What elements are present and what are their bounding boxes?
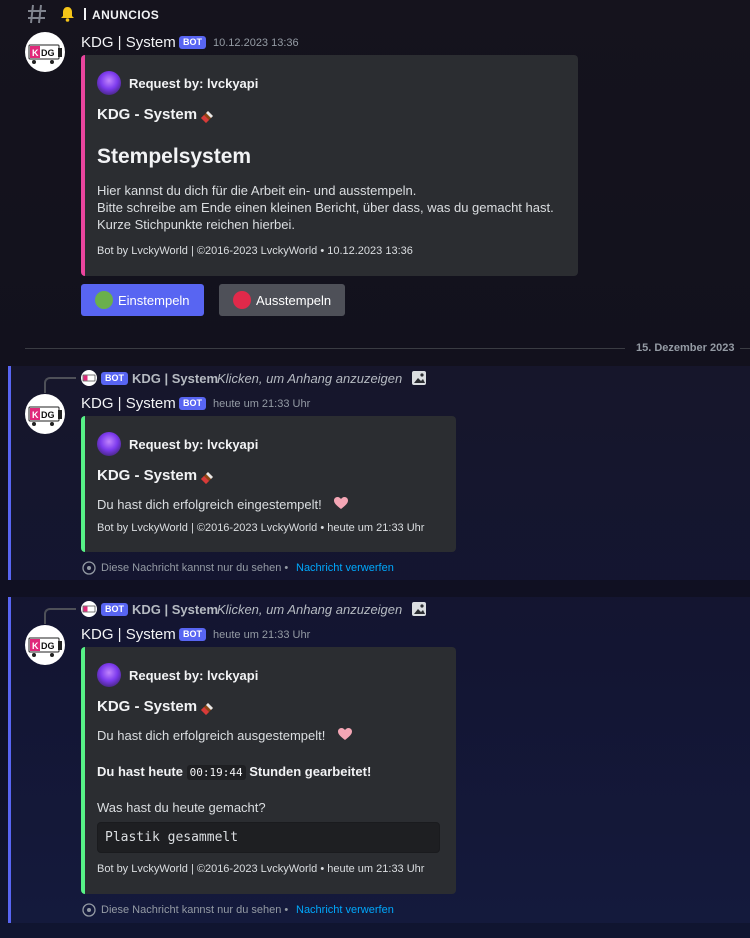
embed-author-icon: [97, 663, 121, 687]
reply-spine: [44, 608, 76, 624]
bot-tag: BOT: [179, 628, 206, 641]
heart-icon: [338, 728, 352, 740]
reply-author[interactable]: KDG | System: [132, 602, 218, 617]
question-text: Was hast du heute gemacht?: [97, 800, 266, 815]
reply-avatar[interactable]: [81, 370, 97, 386]
description-line: Bitte schreibe am Ende einen kleinen Ber…: [97, 200, 554, 215]
einstempeln-button[interactable]: Einstempeln: [81, 284, 204, 316]
message-author[interactable]: KDG | System: [81, 395, 176, 412]
embed-author: Request by: lvckyapi: [129, 668, 259, 683]
svg-text:K: K: [32, 641, 39, 651]
avatar[interactable]: K DG: [25, 32, 65, 72]
reply-bot-tag: BOT: [101, 372, 128, 385]
worked-prefix: Du hast heute: [97, 764, 183, 779]
ephemeral-notice: Diese Nachricht kannst nur du sehen •: [101, 562, 289, 574]
hash-icon: [28, 4, 46, 24]
bell-icon: [61, 7, 74, 22]
ephemeral-notice: Diese Nachricht kannst nur du sehen •: [101, 904, 289, 916]
message-author[interactable]: KDG | System: [81, 34, 176, 51]
embed-author: Request by: lvckyapi: [129, 437, 259, 452]
dismiss-message-link[interactable]: Nachricht verwerfen: [296, 562, 394, 574]
bot-tag: BOT: [179, 397, 206, 410]
embed-accent-bar: [81, 647, 85, 894]
heart-icon: [334, 497, 348, 509]
reply-author[interactable]: KDG | System: [132, 371, 218, 386]
embed-author-icon: [97, 71, 121, 95]
embed-description: Hier kannst du dich für die Arbeit ein- …: [97, 182, 567, 233]
eye-icon: [82, 903, 96, 917]
reply-avatar[interactable]: [81, 601, 97, 617]
embed-card: Request by: lvckyapi KDG - System Du has…: [81, 416, 456, 552]
image-icon: [412, 602, 426, 616]
embed-description: Du hast dich erfolgreich ausgestempelt!: [97, 728, 326, 743]
bot-tag: BOT: [179, 36, 206, 49]
answer-codeblock: Plastik gesammelt: [97, 822, 440, 853]
worked-time-line: Du hast heute 00:19:44 Stunden gearbeite…: [97, 763, 371, 781]
message-timestamp[interactable]: 10.12.2023 13:36: [213, 37, 299, 49]
embed-card: Request by: lvckyapi KDG - System Du has…: [81, 647, 456, 894]
description-line: Hier kannst du dich für die Arbeit ein- …: [97, 183, 417, 198]
embed-accent-bar: [81, 416, 85, 552]
channel-name[interactable]: ANUNCIOS: [92, 8, 159, 22]
embed-subtitle: KDG - System: [97, 467, 198, 484]
reply-preview[interactable]: Klicken, um Anhang anzuzeigen: [217, 602, 402, 617]
dismiss-message-link[interactable]: Nachricht verwerfen: [296, 904, 394, 916]
message-author[interactable]: KDG | System: [81, 626, 176, 643]
embed-subtitle: KDG - System: [97, 106, 198, 123]
embed-author-icon: [97, 432, 121, 456]
chocolate-icon: [201, 703, 213, 715]
reply-bot-tag: BOT: [101, 603, 128, 616]
button-label: Einstempeln: [118, 292, 190, 308]
svg-text:DG: DG: [41, 641, 55, 651]
reply-preview[interactable]: Klicken, um Anhang anzuzeigen: [217, 371, 402, 386]
embed-author: Request by: lvckyapi: [129, 76, 259, 91]
channel-header: ANUNCIOS: [0, 0, 750, 32]
date-divider-line: [25, 348, 625, 349]
embed-subtitle: KDG - System: [97, 698, 198, 715]
embed-description: Du hast dich erfolgreich eingestempelt!: [97, 497, 322, 512]
svg-text:K: K: [32, 410, 39, 420]
avatar-letter: K: [32, 48, 39, 58]
embed-card: Request by: lvckyapi KDG - System Stempe…: [81, 55, 578, 276]
channel-separator: [84, 8, 86, 20]
chocolate-icon: [201, 111, 213, 123]
svg-text:DG: DG: [41, 410, 55, 420]
chocolate-icon: [201, 472, 213, 484]
embed-title: Stempelsystem: [97, 145, 252, 168]
description-line: Kurze Stichpunkte reichen hierbei.: [97, 217, 296, 232]
embed-accent-bar: [81, 55, 85, 276]
avatar[interactable]: K DG: [25, 625, 65, 665]
green-circle-icon: [95, 291, 113, 309]
embed-footer: Bot by LvckyWorld | ©2016-2023 LvckyWorl…: [97, 245, 413, 257]
ephemeral-highlight-bar: [8, 366, 11, 580]
eye-icon: [82, 561, 96, 575]
embed-footer: Bot by LvckyWorld | ©2016-2023 LvckyWorl…: [97, 863, 425, 875]
worked-time: 00:19:44: [186, 765, 246, 780]
date-divider: 15. Dezember 2023: [636, 342, 735, 354]
svg-text:DG: DG: [41, 48, 55, 58]
button-label: Ausstempeln: [256, 292, 332, 308]
message-timestamp[interactable]: heute um 21:33 Uhr: [213, 398, 310, 410]
message-timestamp[interactable]: heute um 21:33 Uhr: [213, 629, 310, 641]
ephemeral-highlight-bar: [8, 597, 11, 923]
worked-suffix: Stunden gearbeitet!: [249, 764, 372, 779]
ausstempeln-button[interactable]: Ausstempeln: [219, 284, 346, 316]
date-divider-line: [740, 348, 750, 349]
reply-spine: [44, 377, 76, 393]
avatar[interactable]: K DG: [25, 394, 65, 434]
image-icon: [412, 371, 426, 385]
red-circle-icon: [233, 291, 251, 309]
embed-footer: Bot by LvckyWorld | ©2016-2023 LvckyWorl…: [97, 522, 425, 534]
